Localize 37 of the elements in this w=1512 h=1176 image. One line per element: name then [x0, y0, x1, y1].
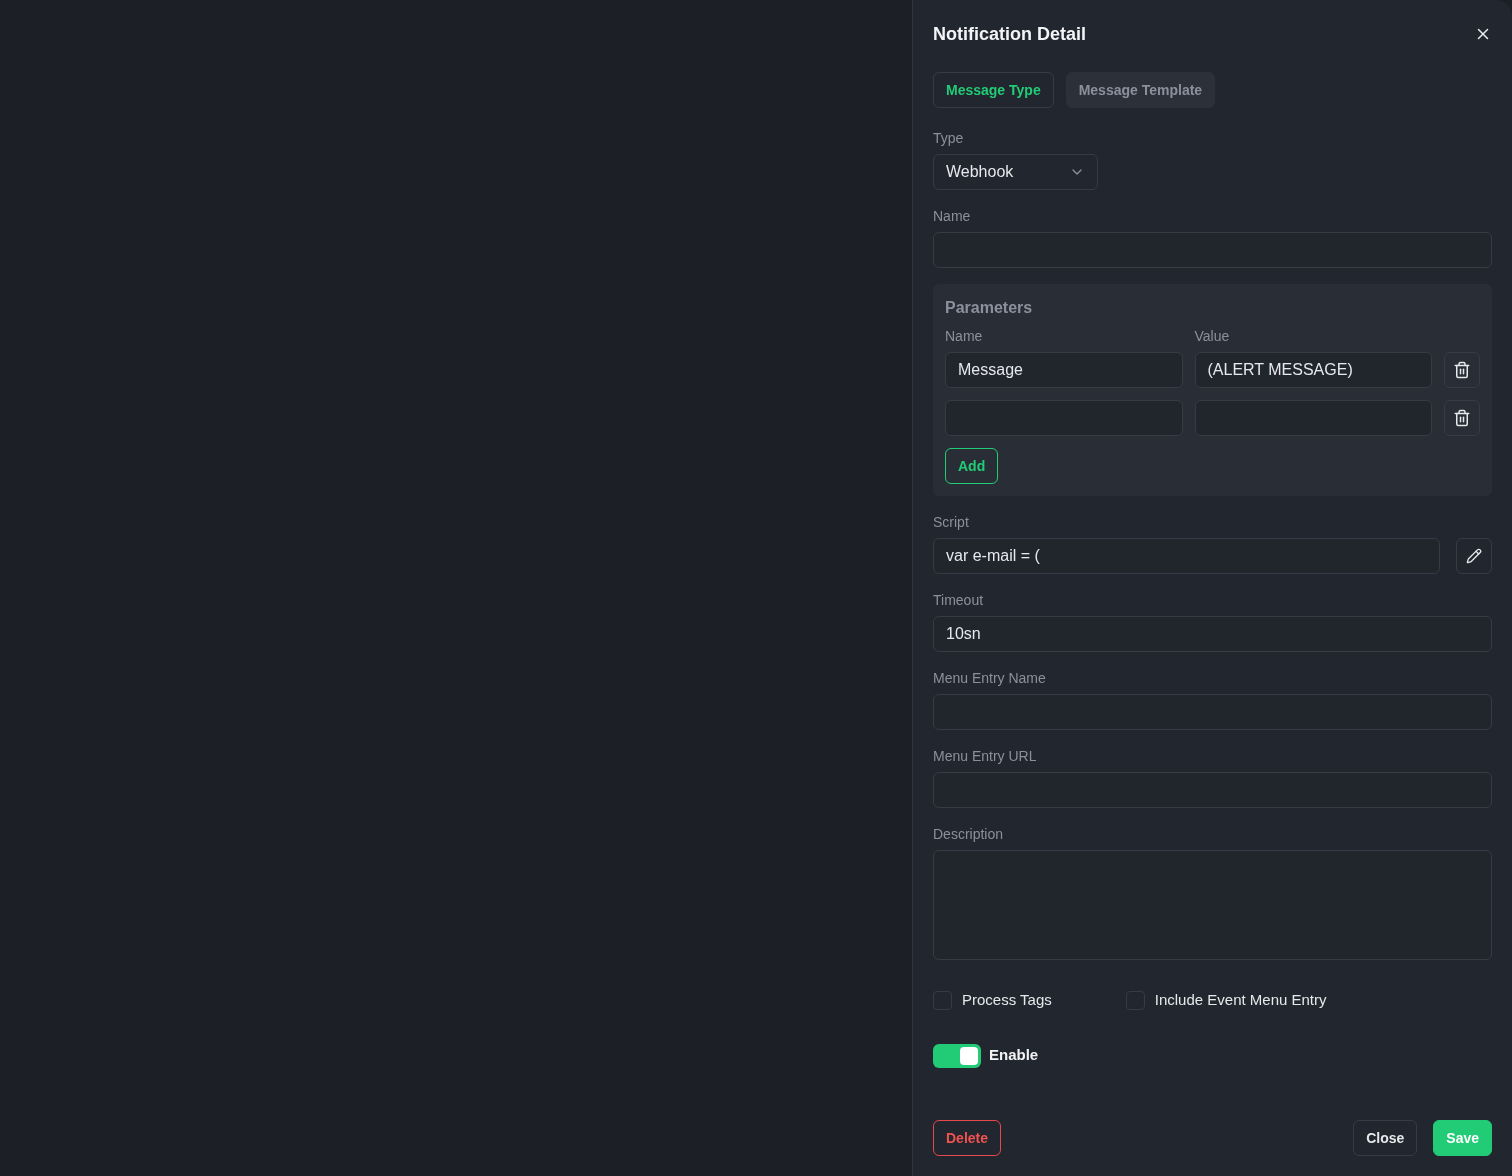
field-label: Name — [933, 207, 972, 226]
edit-button[interactable] — [1456, 538, 1492, 574]
checkbox-label: Include Event Menu Entry — [1154, 990, 1327, 1010]
tab[interactable]: Message Template — [1065, 72, 1216, 108]
delete-button[interactable] — [1444, 352, 1480, 388]
text-field[interactable]: 10sn — [933, 616, 1492, 652]
parameter-name-field[interactable] — [945, 400, 1183, 436]
column-header: Value — [1194, 327, 1231, 346]
tab[interactable]: Message Type — [933, 72, 1054, 108]
panel-title: Notification Detail — [933, 23, 1086, 46]
delete-button[interactable] — [1444, 400, 1480, 436]
text-field[interactable] — [933, 772, 1492, 808]
field-label: Menu Entry Name — [933, 669, 1047, 688]
type-dropdown[interactable]: Webhook — [933, 154, 1098, 190]
field-label: Type — [933, 129, 965, 148]
field-label: Timeout — [933, 591, 985, 610]
parameter-name-field[interactable]: Message — [945, 352, 1183, 388]
add-button[interactable]: Add — [945, 448, 999, 484]
toggle-switch[interactable] — [933, 1043, 981, 1068]
delete-button[interactable]: Delete — [933, 1120, 1002, 1156]
name-field[interactable] — [933, 232, 1492, 268]
description-field[interactable] — [933, 850, 1492, 960]
trash-icon — [1453, 409, 1471, 427]
checkbox-label: Process Tags — [962, 990, 1052, 1010]
text-field[interactable] — [933, 694, 1492, 730]
script-field[interactable]: var e-mail = ( — [933, 538, 1440, 574]
parameter-value-field[interactable] — [1194, 400, 1432, 436]
trash-icon — [1453, 361, 1471, 379]
parameter-value-field[interactable]: (ALERT MESSAGE) — [1194, 352, 1432, 388]
field-label: Description — [933, 825, 1005, 844]
field-label: Script — [933, 513, 970, 532]
section-title: Parameters — [945, 298, 1034, 318]
pencil-icon — [1466, 548, 1482, 564]
toggle-label: Enable — [989, 1045, 1039, 1066]
close-button[interactable]: Close — [1353, 1120, 1418, 1156]
column-header: Name — [945, 327, 984, 346]
field-label: Menu Entry URL — [933, 747, 1038, 766]
